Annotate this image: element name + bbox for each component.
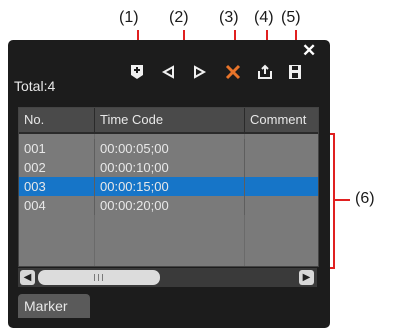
table-row[interactable]: 001 00:00:05;00 <box>19 139 318 158</box>
cell-comment <box>245 139 318 158</box>
column-header-time-code[interactable]: Time Code <box>95 108 245 132</box>
callout-1: (1) <box>119 9 139 26</box>
scroll-right-button[interactable]: ▶ <box>299 270 314 285</box>
callout-6-bracket-side <box>333 133 335 269</box>
scrollbar-thumb[interactable] <box>38 270 160 285</box>
callout-2: (2) <box>169 9 189 26</box>
previous-marker-icon[interactable] <box>161 64 177 80</box>
scroll-left-button[interactable]: ◀ <box>20 270 35 285</box>
cell-time-code: 00:00:05;00 <box>95 139 245 158</box>
cell-time-code: 00:00:10;00 <box>95 158 245 177</box>
cell-comment <box>245 177 318 196</box>
table-row-selected[interactable]: 003 00:00:15;00 <box>19 177 318 196</box>
tab-marker[interactable]: Marker <box>18 294 90 318</box>
chevron-left-icon: ◀ <box>23 272 32 283</box>
callout-3: (3) <box>219 9 239 26</box>
thumb-grip <box>98 274 99 281</box>
table-header: No. Time Code Comment <box>19 108 318 134</box>
callout-6: (6) <box>355 190 375 207</box>
table-row[interactable]: 004 00:00:20;00 <box>19 196 318 215</box>
cell-comment <box>245 196 318 215</box>
horizontal-scrollbar[interactable]: ◀ ▶ <box>18 268 317 287</box>
delete-marker-icon[interactable] <box>225 64 241 80</box>
next-marker-icon[interactable] <box>191 64 207 80</box>
thumb-grip <box>94 274 95 281</box>
cell-time-code: 00:00:15;00 <box>95 177 245 196</box>
marker-table: No. Time Code Comment 001 00:00:05;00 00… <box>18 107 319 267</box>
callout-5: (5) <box>281 9 301 26</box>
callout-4: (4) <box>254 9 274 26</box>
add-marker-icon[interactable] <box>129 64 145 80</box>
total-count: Total:4 <box>14 78 56 94</box>
thumb-grip <box>102 274 103 281</box>
cell-no: 003 <box>19 177 95 196</box>
cell-time-code: 00:00:20;00 <box>95 196 245 215</box>
save-markers-icon[interactable] <box>287 64 303 80</box>
cell-comment <box>245 158 318 177</box>
export-markers-icon[interactable] <box>257 64 273 80</box>
cell-no: 001 <box>19 139 95 158</box>
close-icon[interactable]: ✕ <box>302 42 316 59</box>
column-header-no[interactable]: No. <box>19 108 95 132</box>
table-row[interactable]: 002 00:00:10;00 <box>19 158 318 177</box>
column-header-comment[interactable]: Comment <box>245 108 318 132</box>
chevron-right-icon: ▶ <box>302 272 311 283</box>
callout-6-stem <box>335 199 350 201</box>
cell-no: 004 <box>19 196 95 215</box>
cell-no: 002 <box>19 158 95 177</box>
